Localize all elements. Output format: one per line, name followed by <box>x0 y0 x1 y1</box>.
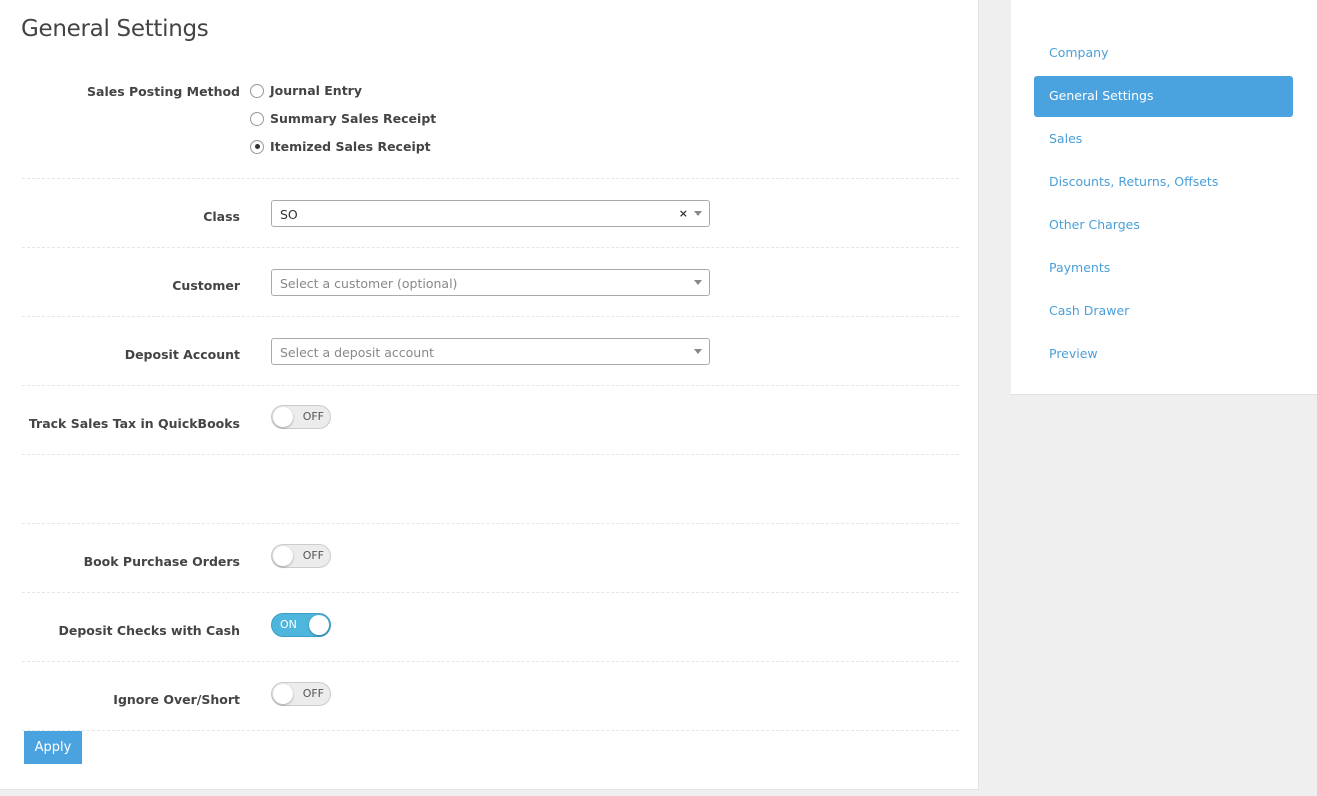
chevron-down-icon[interactable] <box>694 280 702 285</box>
deposit-account-select[interactable]: Select a deposit account <box>271 338 710 365</box>
sales-posting-label: Sales Posting Method <box>87 84 240 99</box>
toggle-knob <box>273 546 293 566</box>
book-po-toggle[interactable]: OFF <box>271 544 331 568</box>
toggle-knob <box>273 684 293 704</box>
class-value: SO <box>280 207 298 222</box>
toggle-state: ON <box>280 618 297 631</box>
radio-label: Summary Sales Receipt <box>270 111 437 126</box>
toggle-state: OFF <box>302 687 324 700</box>
customer-label: Customer <box>172 278 240 293</box>
track-tax-row: Track Sales Tax in QuickBooks <box>22 386 959 455</box>
toggle-state: OFF <box>302 410 324 423</box>
ignore-over-short-row: Ignore Over/Short <box>22 662 959 731</box>
customer-select[interactable]: Select a customer (optional) <box>271 269 710 296</box>
sidebar-item-discounts[interactable]: Discounts, Returns, Offsets <box>1034 162 1293 203</box>
ignore-over-short-toggle[interactable]: OFF <box>271 682 331 706</box>
toggle-state: OFF <box>302 549 324 562</box>
page-title: General Settings <box>21 16 209 42</box>
customer-placeholder: Select a customer (optional) <box>280 276 458 291</box>
track-tax-label: Track Sales Tax in QuickBooks <box>28 416 240 431</box>
deposit-label: Deposit Account <box>124 347 240 362</box>
sidebar-item-cash-drawer[interactable]: Cash Drawer <box>1034 291 1293 332</box>
book-po-row: Book Purchase Orders <box>22 524 959 593</box>
track-tax-toggle[interactable]: OFF <box>271 405 331 429</box>
radio-summary-sales-receipt[interactable]: Summary Sales Receipt <box>250 111 436 126</box>
settings-panel: General Settings Sales Posting Method Jo… <box>0 0 979 790</box>
sidebar-item-sales[interactable]: Sales <box>1034 119 1293 160</box>
sidebar-item-preview[interactable]: Preview <box>1034 334 1293 375</box>
chevron-down-icon[interactable] <box>694 349 702 354</box>
deposit-placeholder: Select a deposit account <box>280 345 435 360</box>
ignore-over-short-label: Ignore Over/Short <box>113 692 240 707</box>
sales-posting-row: Sales Posting Method Journal Entry Summa… <box>22 70 959 179</box>
deposit-checks-label: Deposit Checks with Cash <box>58 623 240 638</box>
empty-row <box>22 455 959 524</box>
toggle-knob <box>273 407 293 427</box>
book-po-label: Book Purchase Orders <box>83 554 240 569</box>
sidebar-item-other-charges[interactable]: Other Charges <box>1034 205 1293 246</box>
radio-label: Journal Entry <box>270 83 362 98</box>
class-label: Class <box>203 209 240 224</box>
apply-button[interactable]: Apply <box>24 731 82 764</box>
clear-icon[interactable]: × <box>679 207 688 220</box>
radio-icon[interactable] <box>250 83 264 98</box>
sidebar-item-general-settings[interactable]: General Settings <box>1034 76 1293 117</box>
sidebar-item-company[interactable]: Company <box>1034 33 1293 74</box>
radio-itemized-sales-receipt[interactable]: Itemized Sales Receipt <box>250 139 431 154</box>
radio-label: Itemized Sales Receipt <box>270 139 431 154</box>
toggle-knob <box>309 615 329 635</box>
class-select[interactable]: SO × <box>271 200 710 227</box>
radio-icon[interactable] <box>250 111 264 126</box>
radio-checked-icon[interactable] <box>250 139 264 154</box>
settings-sidebar: Company General Settings Sales Discounts… <box>1011 0 1317 395</box>
deposit-checks-row: Deposit Checks with Cash <box>22 593 959 662</box>
sidebar-item-payments[interactable]: Payments <box>1034 248 1293 289</box>
chevron-down-icon[interactable] <box>694 211 702 216</box>
radio-journal-entry[interactable]: Journal Entry <box>250 83 362 98</box>
deposit-checks-toggle[interactable]: ON <box>271 613 331 637</box>
